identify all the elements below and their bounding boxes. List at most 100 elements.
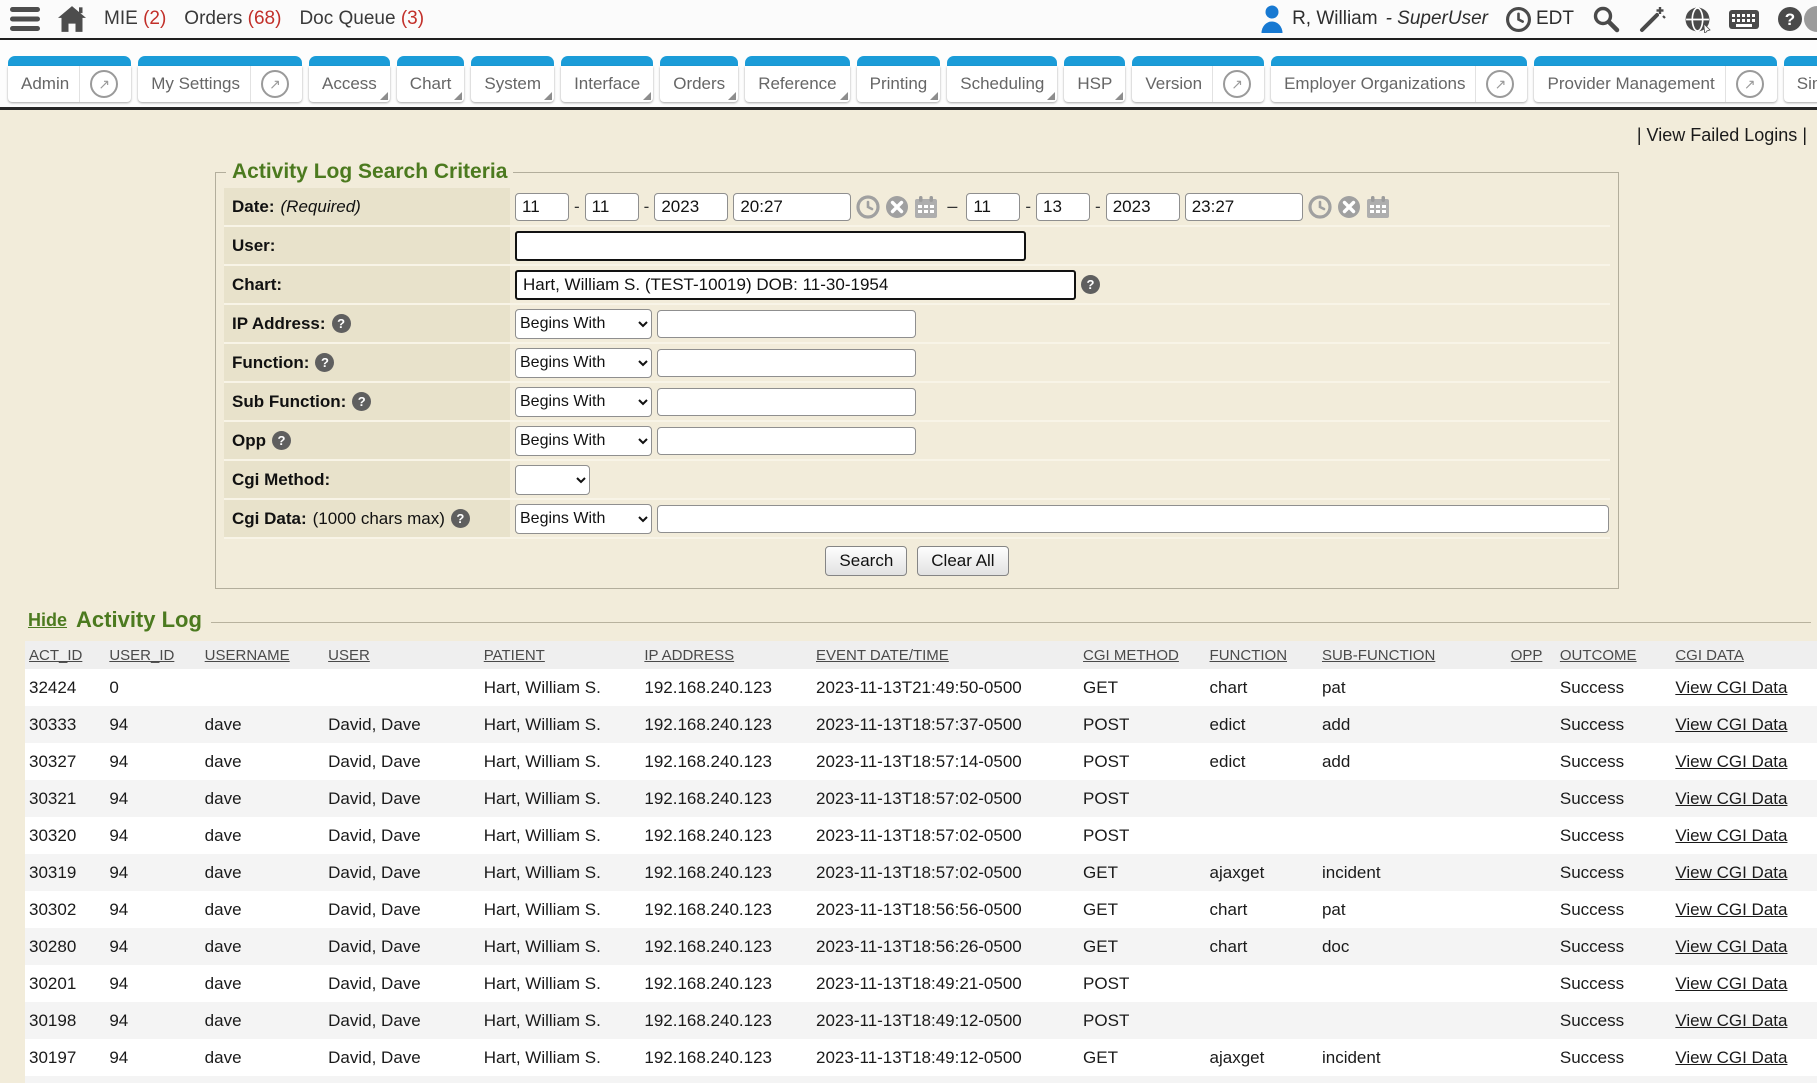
function-help-icon[interactable]: ? [315, 353, 334, 372]
chart-help-icon[interactable]: ? [1081, 275, 1100, 294]
nav-mie[interactable]: MIE (2) [104, 8, 166, 30]
cgi-data-match-select[interactable]: Begins With [515, 504, 652, 534]
function-match-select[interactable]: Begins With [515, 348, 652, 378]
date-to-year-input[interactable] [1106, 193, 1180, 221]
user-menu[interactable]: R, William - SuperUser [1260, 5, 1488, 33]
wand-icon[interactable] [1638, 5, 1666, 33]
opp-input[interactable] [657, 427, 916, 455]
sort-link[interactable]: PATIENT [484, 647, 545, 664]
popout-icon[interactable]: ↗ [1223, 70, 1251, 98]
view-cgi-data-link[interactable]: View CGI Data [1675, 974, 1787, 993]
cgi-method-select[interactable] [515, 465, 590, 495]
tab-hsp[interactable]: HSP [1064, 56, 1125, 102]
tab-access[interactable]: Access [309, 56, 390, 102]
view-cgi-data-link[interactable]: View CGI Data [1675, 752, 1787, 771]
time-picker-icon[interactable] [1308, 195, 1332, 219]
chart-input[interactable] [515, 270, 1076, 300]
sort-link[interactable]: OUTCOME [1560, 647, 1637, 664]
opp-help-icon[interactable]: ? [272, 431, 291, 450]
view-cgi-data-link[interactable]: View CGI Data [1675, 715, 1787, 734]
tab-printing[interactable]: Printing [857, 56, 941, 102]
search-icon[interactable] [1592, 5, 1620, 33]
date-to-day-input[interactable] [1036, 193, 1090, 221]
tab-system[interactable]: System [471, 56, 554, 102]
time-picker-icon[interactable] [856, 195, 880, 219]
calendar-icon[interactable] [914, 195, 938, 219]
popout-icon[interactable]: ↗ [90, 70, 118, 98]
date-from-month-input[interactable] [515, 193, 569, 221]
function-input[interactable] [657, 349, 916, 377]
search-button[interactable]: Search [825, 546, 907, 576]
tab-admin[interactable]: Admin↗ [8, 56, 131, 102]
date-from-year-input[interactable] [654, 193, 728, 221]
hamburger-menu-icon[interactable] [10, 6, 40, 32]
sort-link[interactable]: USERNAME [205, 647, 290, 664]
view-cgi-data-link[interactable]: View CGI Data [1675, 937, 1787, 956]
nav-orders[interactable]: Orders (68) [184, 8, 281, 30]
cgi-data-input[interactable] [657, 505, 1609, 533]
sort-link[interactable]: OPP [1511, 647, 1543, 664]
help-icon[interactable]: ? [1777, 6, 1803, 32]
calendar-icon[interactable] [1366, 195, 1390, 219]
tab-scheduling[interactable]: Scheduling [947, 56, 1057, 102]
clear-all-button[interactable]: Clear All [917, 546, 1008, 576]
view-cgi-data-link[interactable]: View CGI Data [1675, 1048, 1787, 1067]
nav-doc-queue[interactable]: Doc Queue (3) [299, 8, 424, 30]
view-cgi-data-link[interactable]: View CGI Data [1675, 826, 1787, 845]
view-cgi-data-link[interactable]: View CGI Data [1675, 900, 1787, 919]
hide-activity-log-link[interactable]: Hide [28, 610, 67, 631]
date-to-month-input[interactable] [966, 193, 1020, 221]
sub-function-input[interactable] [657, 388, 916, 416]
tab-my-settings[interactable]: My Settings↗ [138, 56, 302, 102]
sub-function-match-select[interactable]: Begins With [515, 387, 652, 417]
sub-function-help-icon[interactable]: ? [352, 392, 371, 411]
tab-similar-exposure[interactable]: Similar Exposure [1784, 56, 1817, 102]
view-cgi-data-link[interactable]: View CGI Data [1675, 789, 1787, 808]
sort-link[interactable]: CGI METHOD [1083, 647, 1179, 664]
popout-icon[interactable]: ↗ [261, 70, 289, 98]
tab-reference[interactable]: Reference [745, 56, 849, 102]
tab-orders[interactable]: Orders [660, 56, 738, 102]
date-to-time-input[interactable] [1185, 193, 1303, 221]
sort-link[interactable]: FUNCTION [1210, 647, 1288, 664]
sort-link[interactable]: ACT_ID [29, 647, 82, 664]
sort-link[interactable]: USER [328, 647, 370, 664]
sort-link[interactable]: IP ADDRESS [644, 647, 734, 664]
tab-employer-organizations[interactable]: Employer Organizations↗ [1271, 56, 1527, 102]
cell-user-id: 94 [105, 928, 200, 965]
cell-patient: Hart, William S. [480, 706, 641, 743]
sort-link[interactable]: CGI DATA [1675, 647, 1744, 664]
view-cgi-data-link[interactable]: View CGI Data [1675, 863, 1787, 882]
popout-icon[interactable]: ↗ [1736, 70, 1764, 98]
ip-help-icon[interactable]: ? [332, 314, 351, 333]
tab-chart[interactable]: Chart [397, 56, 465, 102]
ip-match-select[interactable]: Begins With [515, 309, 652, 339]
tab-interface[interactable]: Interface [561, 56, 653, 102]
date-from-time-input[interactable] [733, 193, 851, 221]
cell-user: David, Dave [324, 1039, 480, 1076]
nav-orders-count: (68) [248, 8, 282, 29]
sort-link[interactable]: USER_ID [109, 647, 174, 664]
tab-provider-management[interactable]: Provider Management↗ [1534, 56, 1776, 102]
sort-link[interactable]: EVENT DATE/TIME [816, 647, 949, 664]
tab-version[interactable]: Version↗ [1132, 56, 1264, 102]
view-cgi-data-link[interactable]: View CGI Data [1675, 678, 1787, 697]
user-input[interactable] [515, 231, 1026, 261]
failed-logins-suffix: | [1802, 125, 1807, 145]
ip-input[interactable] [657, 310, 916, 338]
cgi-data-help-icon[interactable]: ? [451, 509, 470, 528]
sort-link[interactable]: SUB-FUNCTION [1322, 647, 1435, 664]
home-icon[interactable] [58, 6, 86, 32]
opp-match-select[interactable]: Begins With [515, 426, 652, 456]
keyboard-icon[interactable] [1729, 7, 1759, 31]
date-from-day-input[interactable] [585, 193, 639, 221]
popout-icon[interactable]: ↗ [1486, 70, 1514, 98]
globe-icon[interactable] [1684, 6, 1711, 33]
clear-date-icon[interactable] [1337, 195, 1361, 219]
tab-accent-bar [397, 56, 465, 66]
view-cgi-data-link[interactable]: View CGI Data [1675, 1011, 1787, 1030]
tab-accent-bar [947, 56, 1057, 66]
tab-accent-bar [1064, 56, 1125, 66]
clear-date-icon[interactable] [885, 195, 909, 219]
view-failed-logins-link[interactable]: View Failed Logins [1647, 125, 1798, 145]
